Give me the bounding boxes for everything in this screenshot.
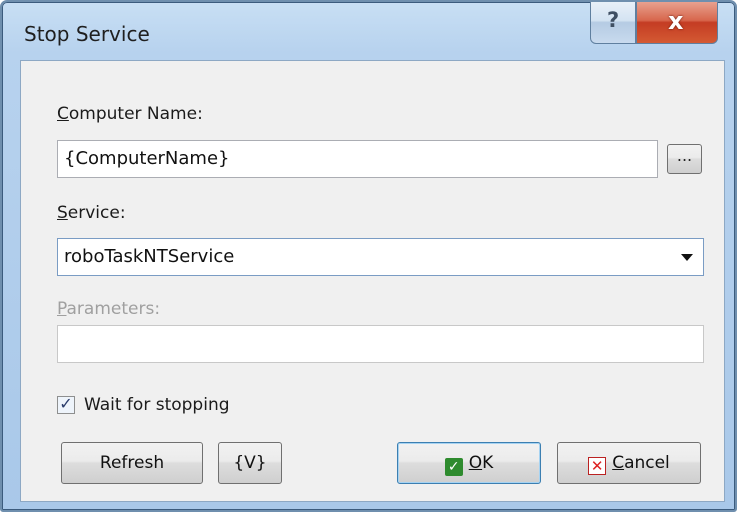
service-label: Service: bbox=[57, 203, 126, 223]
close-button[interactable]: x bbox=[636, 2, 718, 44]
ok-label: K bbox=[482, 453, 494, 473]
chevron-down-icon[interactable] bbox=[681, 254, 693, 261]
parameters-label-text: arameters: bbox=[66, 299, 161, 319]
ok-button[interactable]: ✓ OK bbox=[397, 442, 541, 484]
computer-name-input[interactable]: {ComputerName} bbox=[57, 140, 658, 178]
wait-for-stopping-checkbox[interactable]: ✓ bbox=[57, 396, 75, 414]
ellipsis-icon: ... bbox=[676, 146, 693, 165]
cancel-button[interactable]: ✕ Cancel bbox=[557, 442, 701, 484]
wait-for-stopping-label[interactable]: Wait for stopping bbox=[84, 395, 230, 415]
computer-name-label-text: omputer Name: bbox=[68, 104, 203, 124]
parameters-label: Parameters: bbox=[57, 299, 160, 319]
browse-computer-button[interactable]: ... bbox=[667, 144, 702, 174]
computer-name-accel: C bbox=[57, 104, 69, 124]
dialog-window: Stop Service ? x Computer Name: {Compute… bbox=[0, 0, 737, 512]
parameters-input[interactable] bbox=[57, 325, 704, 363]
cancel-x-icon: ✕ bbox=[588, 457, 607, 475]
refresh-button[interactable]: Refresh bbox=[61, 442, 203, 484]
dialog-body bbox=[20, 60, 725, 502]
checkmark-icon: ✓ bbox=[59, 394, 73, 413]
help-icon: ? bbox=[607, 8, 620, 32]
service-label-text: ervice: bbox=[67, 203, 126, 223]
help-button[interactable]: ? bbox=[590, 2, 636, 44]
service-select[interactable]: roboTaskNTService bbox=[57, 238, 704, 276]
variables-button[interactable]: {V} bbox=[218, 442, 282, 484]
parameters-accel: P bbox=[57, 299, 67, 319]
computer-name-label: Computer Name: bbox=[57, 104, 203, 124]
cancel-accel: C bbox=[612, 453, 625, 473]
service-select-value: roboTaskNTService bbox=[64, 246, 235, 267]
ok-accel: O bbox=[468, 453, 483, 473]
service-accel: S bbox=[57, 203, 68, 223]
checkmark-icon: ✓ bbox=[444, 458, 463, 476]
close-icon: x bbox=[668, 7, 684, 35]
window-title: Stop Service bbox=[24, 22, 150, 46]
cancel-label: ancel bbox=[624, 453, 670, 473]
